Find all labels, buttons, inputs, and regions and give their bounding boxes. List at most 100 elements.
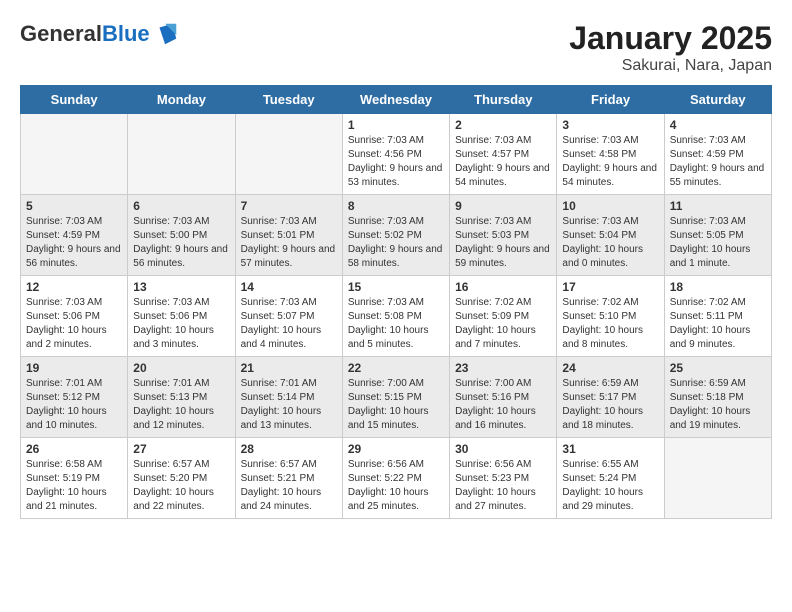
day-info: Sunrise: 7:03 AMSunset: 5:05 PMDaylight:… [670, 215, 766, 271]
header-thursday: Thursday [450, 86, 557, 114]
calendar-title: January 2025 [569, 20, 772, 57]
week-row-3: 12Sunrise: 7:03 AMSunset: 5:06 PMDayligh… [21, 276, 772, 357]
calendar-cell [235, 114, 342, 195]
calendar-header-row: SundayMondayTuesdayWednesdayThursdayFrid… [21, 86, 772, 114]
calendar-cell [128, 114, 235, 195]
day-number: 23 [455, 361, 551, 375]
day-number: 3 [562, 118, 658, 132]
calendar-cell: 20 Sunrise: 7:01 AMSunset: 5:13 PMDayligh… [128, 357, 235, 438]
day-info: Sunrise: 7:03 AMSunset: 5:04 PMDaylight:… [562, 215, 658, 271]
day-number: 27 [133, 442, 229, 456]
calendar-cell: 10 Sunrise: 7:03 AMSunset: 5:04 PMDayligh… [557, 195, 664, 276]
week-row-4: 19 Sunrise: 7:01 AMSunset: 5:12 PMDayligh… [21, 357, 772, 438]
calendar-cell: 13 Sunrise: 7:03 AMSunset: 5:06 PMDayligh… [128, 276, 235, 357]
header-sunday: Sunday [21, 86, 128, 114]
day-number: 6 [133, 199, 229, 213]
calendar-cell: 24Sunrise: 6:59 AMSunset: 5:17 PMDayligh… [557, 357, 664, 438]
day-number: 1 [348, 118, 444, 132]
day-info: Sunrise: 6:58 AMSunset: 5:19 PMDaylight:… [26, 458, 122, 514]
calendar-cell: 30Sunrise: 6:56 AMSunset: 5:23 PMDayligh… [450, 438, 557, 519]
calendar-cell: 21 Sunrise: 7:01 AMSunset: 5:14 PMDayligh… [235, 357, 342, 438]
calendar-cell: 5 Sunrise: 7:03 AMSunset: 4:59 PMDaylight… [21, 195, 128, 276]
day-number: 25 [670, 361, 766, 375]
day-info: Sunrise: 6:59 AMSunset: 5:18 PMDaylight:… [670, 377, 766, 433]
day-info: Sunrise: 7:01 AMSunset: 5:13 PMDaylight:… [133, 377, 229, 433]
day-number: 14 [241, 280, 337, 294]
day-number: 30 [455, 442, 551, 456]
day-number: 11 [670, 199, 766, 213]
day-number: 15 [348, 280, 444, 294]
day-number: 21 [241, 361, 337, 375]
calendar-cell: 2Sunrise: 7:03 AMSunset: 4:57 PMDaylight… [450, 114, 557, 195]
day-number: 31 [562, 442, 658, 456]
day-info: Sunrise: 7:03 AMSunset: 4:59 PMDaylight:… [26, 215, 122, 271]
calendar-cell [21, 114, 128, 195]
day-info: Sunrise: 7:03 AMSunset: 5:06 PMDaylight:… [26, 296, 122, 352]
calendar-cell: 29 Sunrise: 6:56 AMSunset: 5:22 PMDayligh… [342, 438, 449, 519]
day-number: 22 [348, 361, 444, 375]
day-number: 19 [26, 361, 122, 375]
calendar-cell: 6 Sunrise: 7:03 AMSunset: 5:00 PMDaylight… [128, 195, 235, 276]
calendar-cell: 15 Sunrise: 7:03 AMSunset: 5:08 PMDayligh… [342, 276, 449, 357]
day-number: 9 [455, 199, 551, 213]
calendar-cell: 12Sunrise: 7:03 AMSunset: 5:06 PMDayligh… [21, 276, 128, 357]
calendar-cell: 16 Sunrise: 7:02 AMSunset: 5:09 PMDayligh… [450, 276, 557, 357]
calendar-subtitle: Sakurai, Nara, Japan [569, 57, 772, 75]
day-number: 29 [348, 442, 444, 456]
day-info: Sunrise: 7:03 AMSunset: 5:02 PMDaylight:… [348, 215, 444, 271]
logo-icon [152, 20, 180, 48]
day-info: Sunrise: 7:03 AMSunset: 5:03 PMDaylight:… [455, 215, 551, 271]
day-info: Sunrise: 7:03 AMSunset: 4:59 PMDaylight:… [670, 134, 766, 190]
calendar-cell: 17 Sunrise: 7:02 AMSunset: 5:10 PMDayligh… [557, 276, 664, 357]
day-info: Sunrise: 7:02 AMSunset: 5:11 PMDaylight:… [670, 296, 766, 352]
day-number: 17 [562, 280, 658, 294]
day-number: 18 [670, 280, 766, 294]
day-info: Sunrise: 7:03 AMSunset: 5:00 PMDaylight:… [133, 215, 229, 271]
day-info: Sunrise: 6:57 AMSunset: 5:21 PMDaylight:… [241, 458, 337, 514]
header-monday: Monday [128, 86, 235, 114]
calendar-cell: 9 Sunrise: 7:03 AMSunset: 5:03 PMDaylight… [450, 195, 557, 276]
calendar-cell: 14Sunrise: 7:03 AMSunset: 5:07 PMDayligh… [235, 276, 342, 357]
header-tuesday: Tuesday [235, 86, 342, 114]
day-info: Sunrise: 7:03 AMSunset: 4:58 PMDaylight:… [562, 134, 658, 190]
day-info: Sunrise: 7:00 AMSunset: 5:16 PMDaylight:… [455, 377, 551, 433]
logo-blue: Blue [102, 21, 150, 46]
header-wednesday: Wednesday [342, 86, 449, 114]
day-info: Sunrise: 7:03 AMSunset: 4:57 PMDaylight:… [455, 134, 551, 190]
day-info: Sunrise: 7:03 AMSunset: 5:06 PMDaylight:… [133, 296, 229, 352]
day-info: Sunrise: 7:03 AMSunset: 5:01 PMDaylight:… [241, 215, 337, 271]
day-info: Sunrise: 7:01 AMSunset: 5:12 PMDaylight:… [26, 377, 122, 433]
calendar-cell: 25 Sunrise: 6:59 AMSunset: 5:18 PMDayligh… [664, 357, 771, 438]
day-number: 7 [241, 199, 337, 213]
calendar-cell: 18 Sunrise: 7:02 AMSunset: 5:11 PMDayligh… [664, 276, 771, 357]
day-info: Sunrise: 7:00 AMSunset: 5:15 PMDaylight:… [348, 377, 444, 433]
day-info: Sunrise: 7:01 AMSunset: 5:14 PMDaylight:… [241, 377, 337, 433]
day-number: 20 [133, 361, 229, 375]
day-number: 10 [562, 199, 658, 213]
calendar-cell: 3 Sunrise: 7:03 AMSunset: 4:58 PMDaylight… [557, 114, 664, 195]
week-row-5: 26Sunrise: 6:58 AMSunset: 5:19 PMDayligh… [21, 438, 772, 519]
day-number: 4 [670, 118, 766, 132]
calendar-cell: 7 Sunrise: 7:03 AMSunset: 5:01 PMDaylight… [235, 195, 342, 276]
calendar-cell: 11 Sunrise: 7:03 AMSunset: 5:05 PMDayligh… [664, 195, 771, 276]
calendar-cell: 1Sunrise: 7:03 AMSunset: 4:56 PMDaylight… [342, 114, 449, 195]
day-info: Sunrise: 7:02 AMSunset: 5:09 PMDaylight:… [455, 296, 551, 352]
day-info: Sunrise: 6:57 AMSunset: 5:20 PMDaylight:… [133, 458, 229, 514]
calendar-cell: 26Sunrise: 6:58 AMSunset: 5:19 PMDayligh… [21, 438, 128, 519]
week-row-2: 5 Sunrise: 7:03 AMSunset: 4:59 PMDaylight… [21, 195, 772, 276]
day-number: 5 [26, 199, 122, 213]
calendar-cell: 4 Sunrise: 7:03 AMSunset: 4:59 PMDaylight… [664, 114, 771, 195]
calendar-cell: 23 Sunrise: 7:00 AMSunset: 5:16 PMDayligh… [450, 357, 557, 438]
day-number: 8 [348, 199, 444, 213]
day-info: Sunrise: 6:56 AMSunset: 5:22 PMDaylight:… [348, 458, 444, 514]
logo: GeneralBlue [20, 20, 180, 48]
calendar-cell: 19 Sunrise: 7:01 AMSunset: 5:12 PMDayligh… [21, 357, 128, 438]
day-info: Sunrise: 7:03 AMSunset: 5:08 PMDaylight:… [348, 296, 444, 352]
page-header: GeneralBlue January 2025 Sakurai, Nara, … [20, 20, 772, 75]
day-number: 16 [455, 280, 551, 294]
header-saturday: Saturday [664, 86, 771, 114]
calendar-cell [664, 438, 771, 519]
day-number: 24 [562, 361, 658, 375]
day-number: 13 [133, 280, 229, 294]
day-info: Sunrise: 7:02 AMSunset: 5:10 PMDaylight:… [562, 296, 658, 352]
